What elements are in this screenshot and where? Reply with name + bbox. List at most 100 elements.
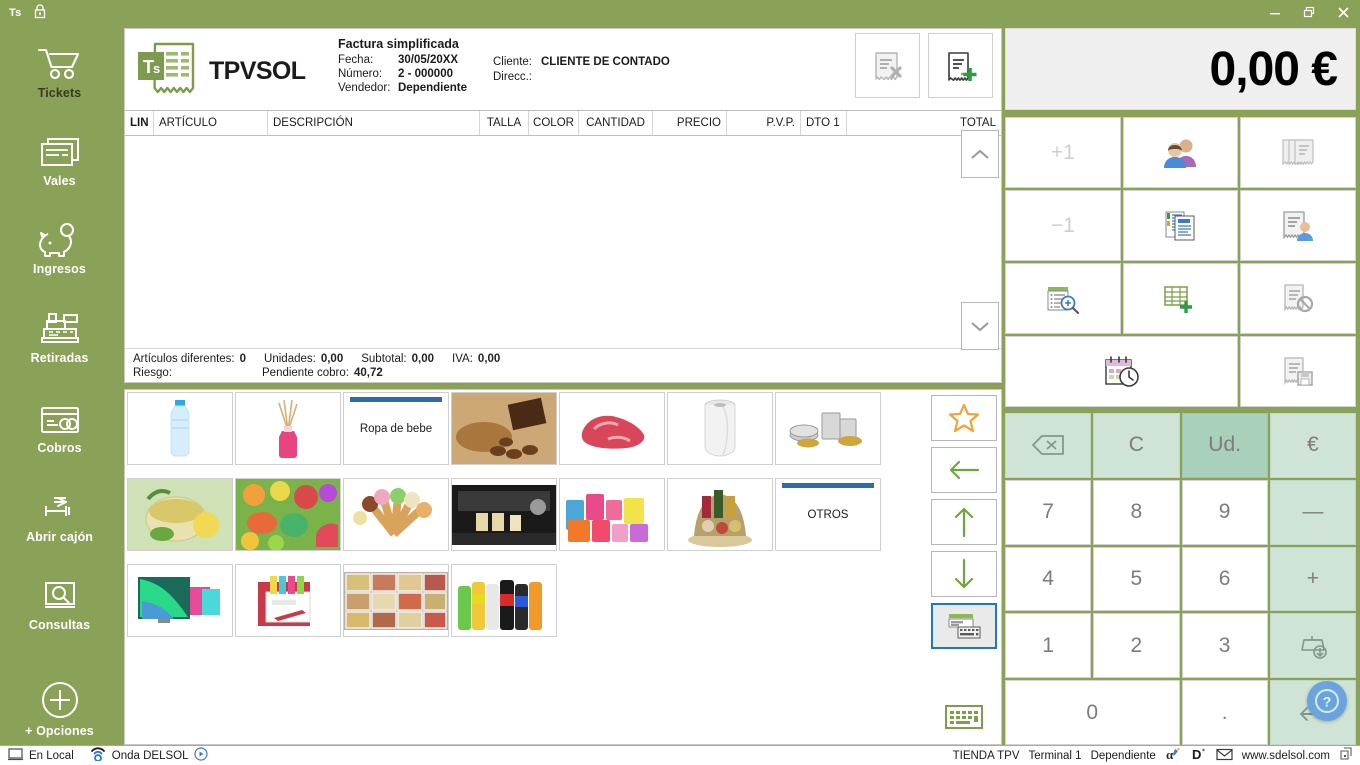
key-9[interactable]: 9: [1181, 479, 1268, 545]
tile-cestas[interactable]: [667, 478, 773, 551]
alpha-icon[interactable]: α: [1165, 747, 1182, 764]
field-value-vendedor: Dependiente: [398, 82, 468, 94]
sidebar-item-consultas[interactable]: Consultas: [0, 574, 119, 632]
delsol-icon[interactable]: D: [1191, 747, 1207, 764]
line-items-scrollbar: [961, 130, 999, 350]
scroll-up-button[interactable]: [961, 130, 999, 178]
document-meta: Factura simplificada Fecha: 30/05/20XX N…: [338, 37, 467, 94]
tile-otros[interactable]: OTROS: [775, 478, 881, 551]
key-4[interactable]: 4: [1005, 546, 1092, 612]
keyboard-panel-button[interactable]: [931, 603, 997, 649]
help-button[interactable]: ?: [1307, 681, 1347, 721]
tile-limpieza[interactable]: [559, 478, 665, 551]
tile-papel[interactable]: [667, 392, 773, 465]
increase-qty-button[interactable]: +1: [1005, 117, 1121, 188]
total-articulos-label: Artículos diferentes:: [133, 353, 235, 365]
cancel-line-button[interactable]: [1240, 263, 1356, 334]
new-ticket-button[interactable]: [928, 33, 993, 98]
paper-roll-icon: [704, 399, 736, 457]
key-5[interactable]: 5: [1093, 546, 1180, 612]
resize-grip-icon[interactable]: [1339, 747, 1353, 764]
key-3[interactable]: 3: [1181, 613, 1268, 679]
customer-ticket-button[interactable]: [1240, 190, 1356, 261]
select-customer-button[interactable]: [1122, 117, 1239, 188]
backspace-key[interactable]: [1005, 413, 1092, 478]
sidebar-item-ingresos[interactable]: Ingresos: [0, 218, 119, 276]
website-link[interactable]: www.sdelsol.com: [1242, 750, 1330, 762]
tile-ropa-de-bebe[interactable]: Ropa de bebe: [343, 392, 449, 465]
tile-conservas[interactable]: [775, 392, 881, 465]
tile-ambientador[interactable]: [235, 392, 341, 465]
sidebar-item-abrir-cajon[interactable]: Abrir cajón: [0, 486, 119, 544]
page-down-button[interactable]: [931, 551, 997, 597]
scroll-down-button[interactable]: [961, 302, 999, 350]
search-article-button[interactable]: [1005, 263, 1121, 334]
tile-papeleria[interactable]: [235, 564, 341, 637]
lock-icon[interactable]: [33, 3, 47, 22]
customer-block[interactable]: Cliente: CLIENTE DE CONTADO Direcc.:: [493, 56, 670, 83]
ticket-list-button[interactable]: [1240, 117, 1356, 188]
page-up-button[interactable]: [931, 499, 997, 545]
cocoa-icon: [452, 393, 556, 464]
maximize-restore-button[interactable]: [1292, 0, 1326, 25]
total-riesgo: Riesgo:: [133, 366, 262, 380]
sidebar-item-vales[interactable]: Vales: [0, 130, 119, 188]
favourites-button[interactable]: [931, 395, 997, 441]
save-ticket-button[interactable]: [1240, 336, 1356, 407]
minimize-button[interactable]: [1258, 0, 1292, 25]
total-subtotal-label: Subtotal:: [361, 353, 407, 365]
soft-drinks-icon: [458, 579, 542, 630]
tile-helados[interactable]: [343, 478, 449, 551]
field-value-numero: 2 - 000000: [398, 68, 453, 80]
close-button[interactable]: [1326, 0, 1360, 25]
sidebar-item-opciones[interactable]: + Opciones: [0, 680, 119, 738]
column-header-color: COLOR: [529, 111, 579, 135]
key-0[interactable]: 0: [1005, 680, 1180, 745]
virtual-keyboard-button[interactable]: [931, 700, 997, 734]
tile-carne[interactable]: [559, 392, 665, 465]
sidebar-label-abrir-cajon: Abrir cajón: [25, 530, 94, 544]
radio-play-button[interactable]: [194, 747, 209, 764]
clear-key[interactable]: C: [1093, 413, 1180, 478]
pending-tickets-button[interactable]: [1005, 336, 1239, 407]
tile-precocinados[interactable]: [343, 564, 449, 637]
key-2[interactable]: 2: [1093, 613, 1180, 679]
tile-cafeteria[interactable]: [451, 478, 557, 551]
tile-electronica[interactable]: [127, 564, 233, 637]
line-items-table-body[interactable]: [125, 136, 1001, 348]
tile-agua[interactable]: [127, 392, 233, 465]
tile-cacao[interactable]: [451, 392, 557, 465]
cleaning-icon: [566, 493, 648, 542]
column-header-lin: LIN: [125, 111, 154, 135]
decrease-qty-button[interactable]: −1: [1005, 190, 1121, 261]
total-iva: IVA: 0,00: [452, 352, 500, 366]
tickets-stack-icon: [1282, 138, 1314, 165]
tile-infusiones[interactable]: [127, 478, 233, 551]
cancel-ticket-button[interactable]: [855, 33, 920, 98]
key-8[interactable]: 8: [1093, 479, 1180, 545]
mail-icon[interactable]: [1216, 748, 1233, 764]
gift-basket-icon: [688, 489, 752, 547]
ticket-customer-icon: [1283, 210, 1314, 241]
sidebar-item-tickets[interactable]: Tickets: [0, 42, 119, 100]
sidebar-item-cobros[interactable]: Cobros: [0, 397, 119, 455]
key-1[interactable]: 1: [1005, 613, 1092, 679]
key-6[interactable]: 6: [1181, 546, 1268, 612]
plus-key[interactable]: +: [1269, 546, 1356, 612]
total-pendiente-label: Pendiente cobro:: [262, 367, 349, 379]
tile-fruta[interactable]: [235, 478, 341, 551]
decimal-key[interactable]: .: [1181, 680, 1268, 745]
tile-refrescos[interactable]: [451, 564, 557, 637]
column-header-dto1: DTO 1: [801, 111, 847, 135]
ticket-block-icon: [1284, 283, 1314, 312]
new-line-button[interactable]: [1122, 263, 1239, 334]
minus-key[interactable]: —: [1269, 479, 1356, 545]
sidebar-item-retiradas[interactable]: Retiradas: [0, 307, 119, 365]
back-button[interactable]: [931, 447, 997, 493]
scale-key[interactable]: [1269, 613, 1356, 679]
key-7[interactable]: 7: [1005, 479, 1092, 545]
euro-key[interactable]: €: [1269, 413, 1356, 478]
documents-button[interactable]: [1122, 190, 1239, 261]
status-bar-right: TIENDA TPV Terminal 1 Dependiente α D ww…: [953, 747, 1360, 764]
units-key[interactable]: Ud.: [1181, 413, 1268, 478]
